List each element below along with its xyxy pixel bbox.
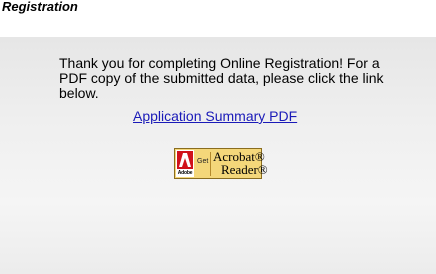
registration-page: Registration Thank you for completing On… — [0, 0, 436, 274]
badge-divider — [210, 152, 211, 176]
adobe-wordmark: Adobe — [177, 170, 193, 176]
adobe-logo-block: Adobe — [176, 150, 194, 177]
page-title: Registration — [2, 0, 78, 14]
get-acrobat-reader-button[interactable]: Adobe Get Acrobat® Reader® — [174, 148, 268, 179]
reader-label: Reader® — [221, 162, 268, 177]
adobe-logo-icon — [177, 151, 193, 169]
get-label: Get — [197, 158, 209, 165]
application-summary-pdf-link[interactable]: Application Summary PDF — [133, 109, 297, 124]
confirmation-message: Thank you for completing Online Registra… — [59, 55, 384, 101]
